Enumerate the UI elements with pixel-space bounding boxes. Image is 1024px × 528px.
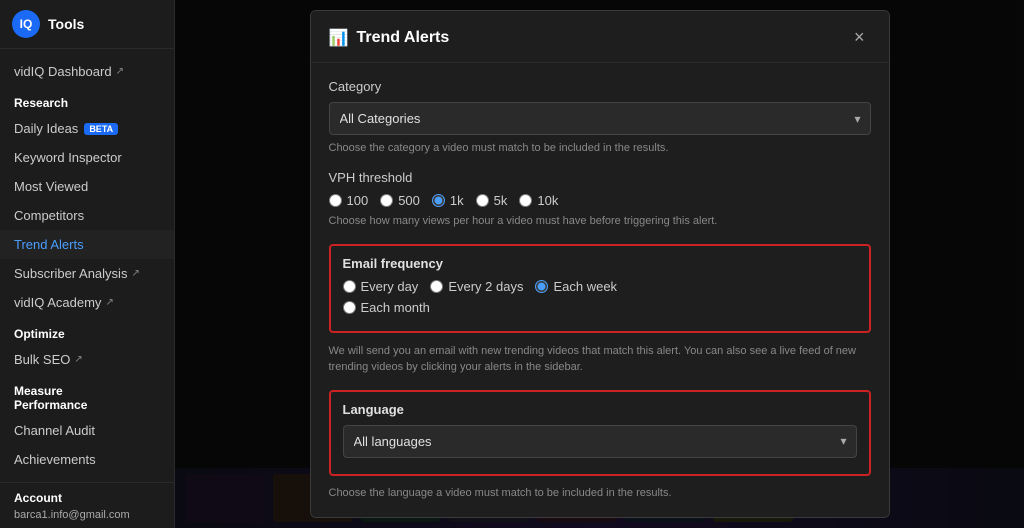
language-dropdown[interactable]: All languages English Spanish French — [343, 425, 857, 458]
account-section-label: Account — [14, 491, 160, 505]
language-select-wrapper: All languages English Spanish French ▾ — [343, 425, 857, 458]
sidebar-item-daily-ideas[interactable]: Daily Ideas BETA — [0, 114, 174, 143]
sidebar-section-optimize: Optimize — [0, 317, 174, 345]
sidebar-item-subscriber-analysis[interactable]: Subscriber Analysis ↗ — [0, 259, 174, 288]
email-info-text: We will send you an email with new trend… — [329, 343, 871, 376]
account-email: barca1.info@gmail.com — [14, 509, 160, 521]
sidebar-item-vidiq-academy[interactable]: vidIQ Academy ↗ — [0, 288, 174, 317]
external-link-icon-acad: ↗ — [105, 297, 113, 308]
sidebar-item-trend-alerts[interactable]: Trend Alerts — [0, 230, 174, 259]
dialog-overlay: 📊 Trend Alerts × Category All Categories… — [175, 0, 1024, 528]
email-option-each-month[interactable]: Each month — [343, 300, 430, 315]
sidebar-section-research: Research — [0, 86, 174, 114]
category-hint: Choose the category a video must match t… — [329, 141, 871, 156]
vph-option-1k[interactable]: 1k — [432, 193, 464, 208]
sidebar-section-measure: MeasurePerformance — [0, 374, 174, 416]
sidebar-item-achievements[interactable]: Achievements — [0, 445, 174, 474]
sidebar-item-competitors[interactable]: Competitors — [0, 201, 174, 230]
email-option-each-week[interactable]: Each week — [535, 279, 617, 294]
vph-option-100[interactable]: 100 — [329, 193, 369, 208]
external-link-icon-seo: ↗ — [74, 354, 82, 365]
sidebar-item-bulk-seo[interactable]: Bulk SEO ↗ — [0, 345, 174, 374]
category-dropdown[interactable]: All Categories Gaming Music Education — [329, 102, 871, 135]
beta-badge: BETA — [84, 123, 118, 135]
sidebar-item-keyword-inspector[interactable]: Keyword Inspector — [0, 143, 174, 172]
category-select-wrapper: All Categories Gaming Music Education ▾ — [329, 102, 871, 135]
email-radio-group-2: Each month — [343, 300, 857, 315]
sidebar-logo: IQ — [12, 10, 40, 38]
sidebar-item-channel-audit[interactable]: Channel Audit — [0, 416, 174, 445]
vph-hint: Choose how many views per hour a video m… — [329, 214, 871, 229]
sidebar: IQ Tools vidIQ Dashboard ↗ Research Dail… — [0, 0, 175, 528]
email-frequency-box: Email frequency Every day Every 2 days E… — [329, 244, 871, 333]
dialog-close-button[interactable]: × — [848, 25, 871, 50]
language-hint: Choose the language a video must match t… — [329, 486, 871, 501]
external-link-icon-sub: ↗ — [131, 268, 139, 279]
language-box: Language All languages English Spanish F… — [329, 390, 871, 476]
dialog-header: 📊 Trend Alerts × — [311, 11, 889, 63]
main-content: 📊 Trend Alerts × Category All Categories… — [175, 0, 1024, 528]
email-frequency-label: Email frequency — [343, 256, 857, 271]
sidebar-item-most-viewed[interactable]: Most Viewed — [0, 172, 174, 201]
email-option-everyday[interactable]: Every day — [343, 279, 419, 294]
sidebar-bottom: Account barca1.info@gmail.com — [0, 482, 174, 528]
vph-radio-group: 100 500 1k 5k 10k — [329, 193, 871, 208]
email-radio-group: Every day Every 2 days Each week — [343, 279, 857, 294]
trend-alerts-dialog: 📊 Trend Alerts × Category All Categories… — [310, 10, 890, 518]
sidebar-item-dashboard[interactable]: vidIQ Dashboard ↗ — [0, 57, 174, 86]
category-label: Category — [329, 79, 871, 94]
vph-option-10k[interactable]: 10k — [519, 193, 558, 208]
sidebar-header: IQ Tools — [0, 0, 174, 49]
external-link-icon: ↗ — [116, 66, 124, 77]
dialog-body: Category All Categories Gaming Music Edu… — [311, 63, 889, 518]
vph-label: VPH threshold — [329, 170, 871, 185]
email-option-every2days[interactable]: Every 2 days — [430, 279, 523, 294]
vph-option-500[interactable]: 500 — [380, 193, 420, 208]
dialog-title-wrap: 📊 Trend Alerts — [329, 28, 450, 48]
sidebar-nav: vidIQ Dashboard ↗ Research Daily Ideas B… — [0, 49, 174, 482]
language-label: Language — [343, 402, 857, 417]
dialog-title-icon: 📊 — [329, 28, 349, 48]
sidebar-app-title: Tools — [48, 16, 84, 32]
dialog-title: Trend Alerts — [357, 29, 450, 47]
vph-option-5k[interactable]: 5k — [476, 193, 508, 208]
